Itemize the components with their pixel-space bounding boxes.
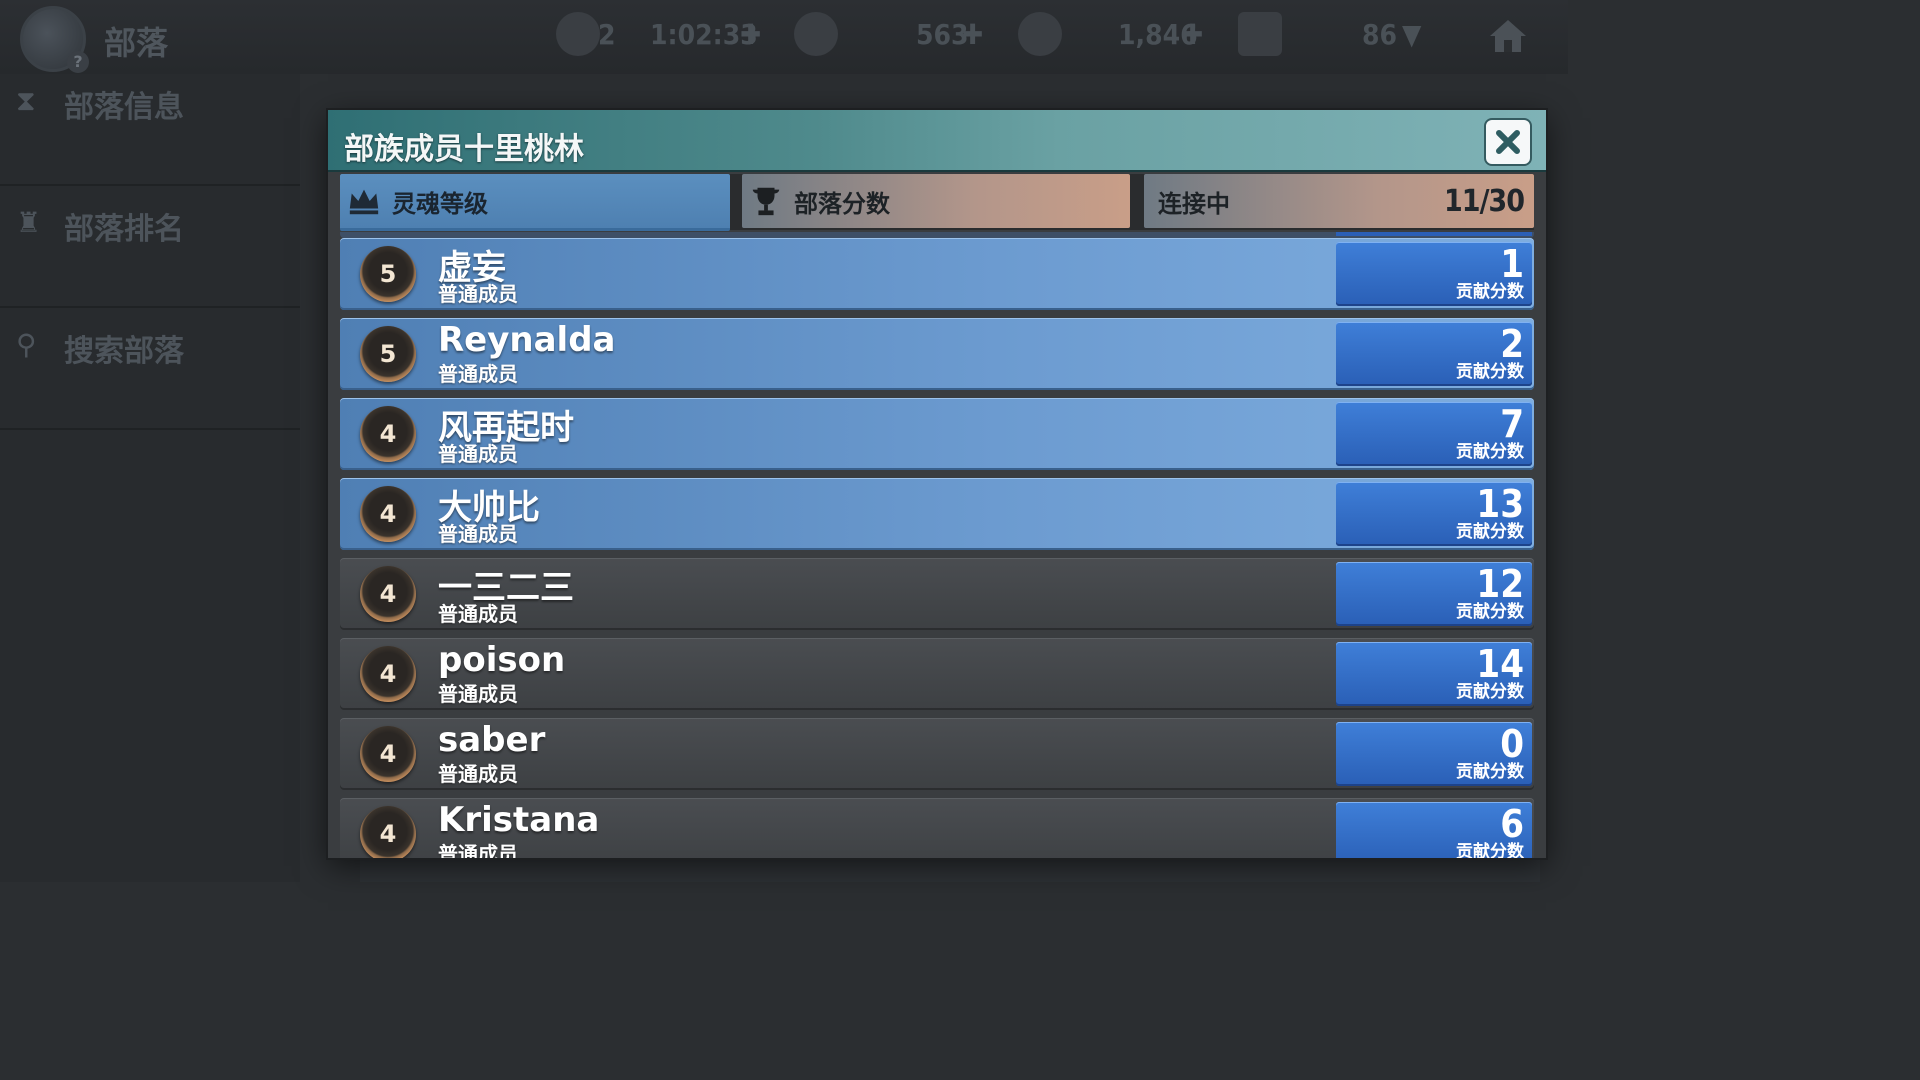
help-icon[interactable]: ? (67, 51, 89, 73)
contribution-label: 贡献分数 (1456, 362, 1524, 382)
divider (0, 306, 300, 308)
background-content (360, 858, 1540, 882)
score-box: 6 贡献分数 (1336, 802, 1532, 858)
sidebar-item-search-tribe[interactable]: ⚲ 搜索部落 (0, 318, 300, 428)
tab-online[interactable]: 连接中 11/30 (1144, 174, 1534, 228)
ranking-icon: ♜ (16, 206, 42, 239)
coin-icon (794, 12, 838, 56)
sort-tabs: 灵魂等级 部落分数 连接中 11/30 (340, 174, 1534, 231)
top-bar: ? 部落 2 1:02:33 ✚ 563 ✚ 1,846 ✚ 86 ▼ (0, 0, 1568, 74)
tribe-emblem-icon[interactable]: ? (20, 6, 89, 73)
close-icon (1496, 130, 1520, 154)
contribution-label: 贡献分数 (1456, 602, 1524, 622)
trophy-icon (748, 183, 784, 219)
trophy-icon (1238, 12, 1282, 56)
sidebar-item-label: 部落排名 (64, 212, 184, 247)
dialog-title: 部族成员十里桃林 (344, 132, 584, 167)
soul-level-badge: 4 (360, 806, 416, 858)
sidebar-item-tribe-ranking[interactable]: ♜ 部落排名 (0, 196, 300, 306)
level-value: 5 (379, 260, 397, 288)
member-role: 普通成员 (438, 762, 518, 786)
member-role: 普通成员 (438, 842, 518, 858)
hourglass-icon: ⧗ (16, 84, 36, 117)
member-name: Reynalda (438, 320, 616, 360)
dialog-header: 部族成员十里桃林 (328, 110, 1546, 172)
soul-level-badge: 4 (360, 486, 416, 542)
soul-level-badge: 5 (360, 246, 416, 302)
score-box (1336, 232, 1532, 236)
score-box: 14 贡献分数 (1336, 642, 1532, 706)
soul-level-badge: 4 (360, 726, 416, 782)
contribution-label: 贡献分数 (1456, 682, 1524, 702)
resource-1-value: 563 (916, 18, 969, 51)
list-item[interactable]: 4 大帅比 普通成员 13 贡献分数 (340, 478, 1534, 550)
member-name: poison (438, 640, 566, 680)
soul-level-badge: 4 (360, 566, 416, 622)
tab-label: 连接中 (1158, 189, 1230, 218)
sidebar: ⧗ 部落信息 ♜ 部落排名 ⚲ 搜索部落 (0, 74, 300, 882)
resource-1-add-button[interactable]: ✚ (962, 18, 983, 51)
list-item[interactable]: 4 poison 普通成员 14 贡献分数 (340, 638, 1534, 710)
contribution-label: 贡献分数 (1456, 282, 1524, 302)
score-box: 2 贡献分数 (1336, 322, 1532, 386)
soul-level-badge: 5 (360, 326, 416, 382)
member-role: 普通成员 (438, 442, 518, 466)
dropdown-arrow-icon[interactable]: ▼ (1402, 18, 1421, 51)
list-item[interactable]: 5 虚妄 普通成员 1 贡献分数 (340, 238, 1534, 310)
sidebar-item-label: 部落信息 (64, 90, 184, 125)
score-box: 0 贡献分数 (1336, 722, 1532, 786)
tab-soul-level[interactable]: 灵魂等级 (340, 174, 730, 231)
level-value: 4 (379, 740, 397, 768)
level-value: 5 (379, 340, 397, 368)
home-icon[interactable] (1488, 18, 1528, 54)
member-role: 普通成员 (438, 362, 518, 386)
gem-icon (1018, 12, 1062, 56)
soul-level-badge: 4 (360, 406, 416, 462)
score-box: 12 贡献分数 (1336, 562, 1532, 626)
member-name: saber (438, 720, 546, 760)
member-role: 普通成员 (438, 602, 518, 626)
list-item[interactable]: 4 Kristana 普通成员 6 贡献分数 (340, 798, 1534, 858)
score-box: 13 贡献分数 (1336, 482, 1532, 546)
list-item[interactable]: 4 一三二三 普通成员 12 贡献分数 (340, 558, 1534, 630)
tab-label: 部落分数 (794, 189, 890, 218)
list-item[interactable]: 4 风再起时 普通成员 7 贡献分数 (340, 398, 1534, 470)
divider (0, 428, 300, 430)
level-value: 4 (379, 820, 397, 848)
divider (0, 184, 300, 186)
timer-add-button[interactable]: ✚ (740, 18, 761, 51)
hourglass-icon (556, 12, 600, 56)
contribution-label: 贡献分数 (1456, 442, 1524, 462)
member-role: 普通成员 (438, 282, 518, 306)
member-count: 11/30 (1444, 183, 1525, 219)
contribution-label: 贡献分数 (1456, 842, 1524, 858)
member-list[interactable]: 5 虚妄 普通成员 1 贡献分数 5 Reynalda 普通成员 2 贡献分数 … (340, 232, 1534, 858)
screen-title: 部落 (104, 24, 169, 62)
score-box: 7 贡献分数 (1336, 402, 1532, 466)
level-value: 4 (379, 420, 397, 448)
contribution-label: 贡献分数 (1456, 522, 1524, 542)
crown-icon (346, 183, 382, 219)
tab-tribe-score[interactable]: 部落分数 (742, 174, 1130, 228)
member-name: Kristana (438, 800, 600, 840)
member-role: 普通成员 (438, 522, 518, 546)
search-icon: ⚲ (16, 328, 37, 361)
contribution-label: 贡献分数 (1456, 762, 1524, 782)
resource-2-add-button[interactable]: ✚ (1182, 18, 1203, 51)
trophy-value: 86 (1362, 18, 1398, 51)
tab-label: 灵魂等级 (392, 189, 488, 218)
level-value: 4 (379, 660, 397, 688)
list-item[interactable]: 4 saber 普通成员 0 贡献分数 (340, 718, 1534, 790)
soul-level-badge: 4 (360, 646, 416, 702)
level-value: 4 (379, 500, 397, 528)
sidebar-item-label: 搜索部落 (64, 334, 184, 369)
close-button[interactable] (1484, 118, 1532, 166)
level-value: 4 (379, 580, 397, 608)
member-role: 普通成员 (438, 682, 518, 706)
sidebar-item-tribe-info[interactable]: ⧗ 部落信息 (0, 74, 300, 184)
timer-count: 2 (598, 18, 616, 51)
list-item[interactable]: 5 Reynalda 普通成员 2 贡献分数 (340, 318, 1534, 390)
tribe-members-dialog: 部族成员十里桃林 灵魂等级 部落分数 连接中 11/30 5 虚妄 普通成员 1… (328, 110, 1546, 858)
score-box: 1 贡献分数 (1336, 242, 1532, 306)
